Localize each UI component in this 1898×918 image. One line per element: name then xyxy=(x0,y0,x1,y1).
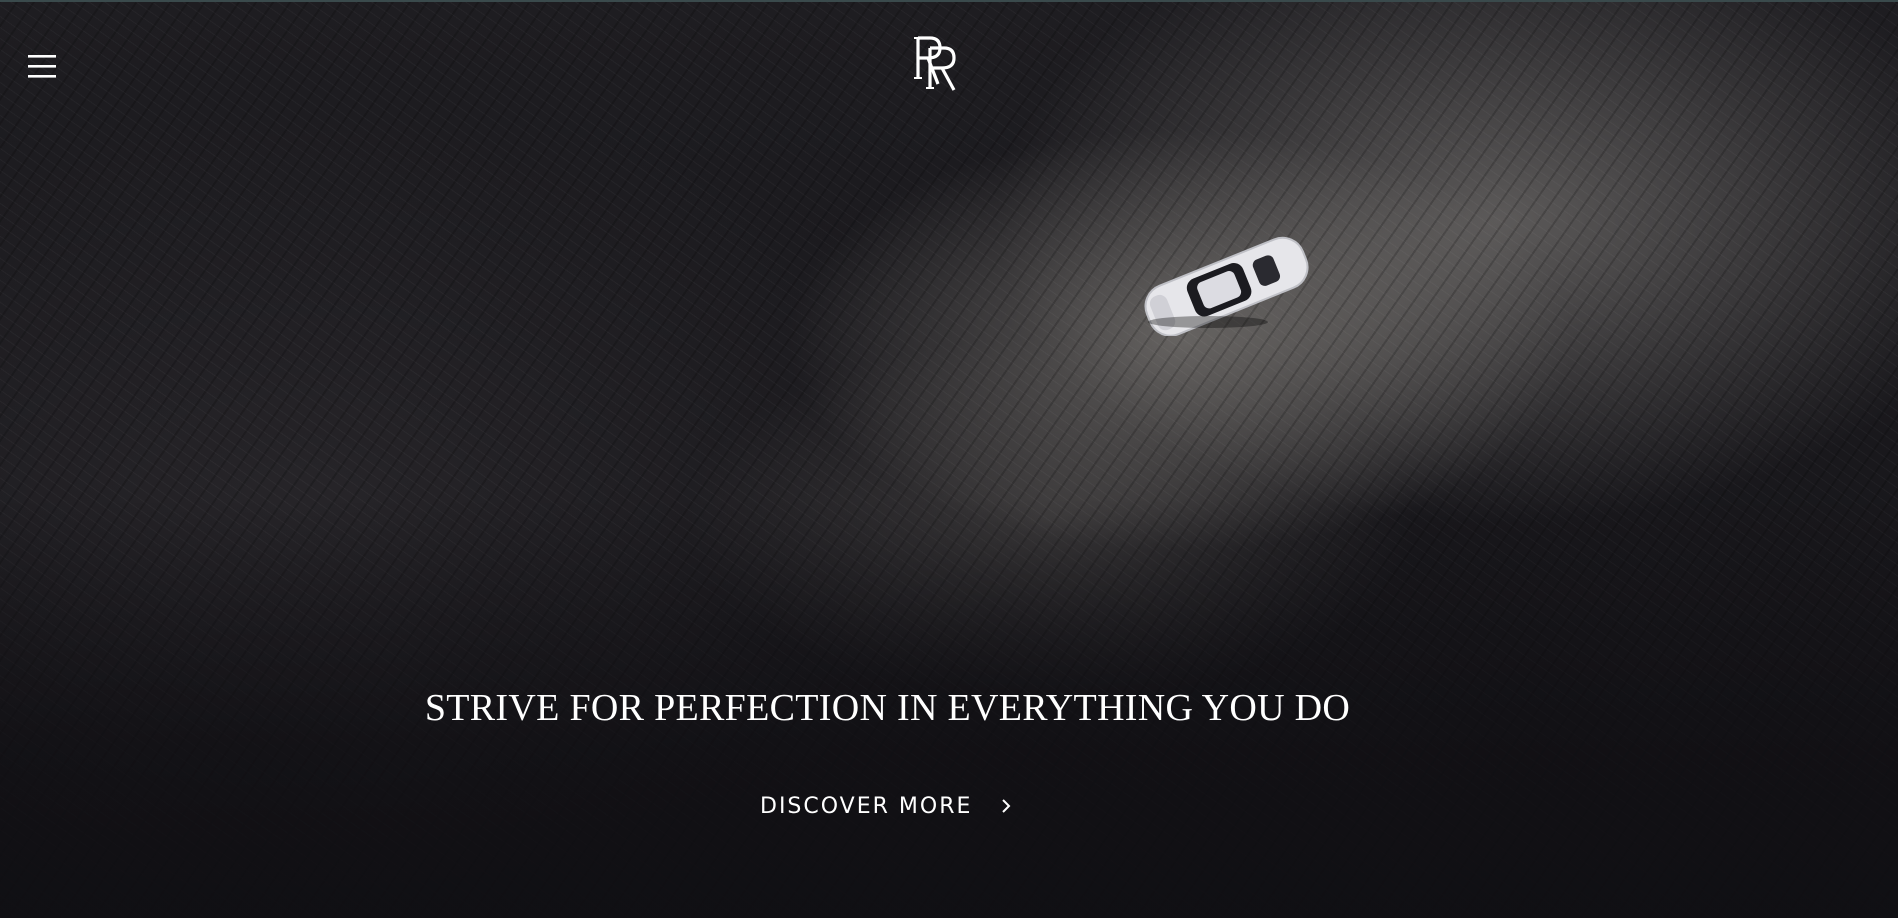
car-image xyxy=(1144,236,1309,336)
hamburger-menu-icon xyxy=(28,55,56,78)
chevron-right-icon xyxy=(1002,799,1011,813)
menu-button[interactable] xyxy=(28,52,58,80)
hero-section: STRIVE FOR PERFECTION IN EVERYTHING YOU … xyxy=(0,0,1898,918)
rr-monogram-logo-icon xyxy=(914,36,956,91)
discover-more-label: DISCOVER MORE xyxy=(760,793,973,819)
discover-more-link[interactable]: DISCOVER MORE xyxy=(760,790,1014,822)
brand-logo[interactable] xyxy=(912,34,960,94)
top-accent-line xyxy=(0,0,1898,2)
hero-headline: STRIVE FOR PERFECTION IN EVERYTHING YOU … xyxy=(424,687,1351,729)
